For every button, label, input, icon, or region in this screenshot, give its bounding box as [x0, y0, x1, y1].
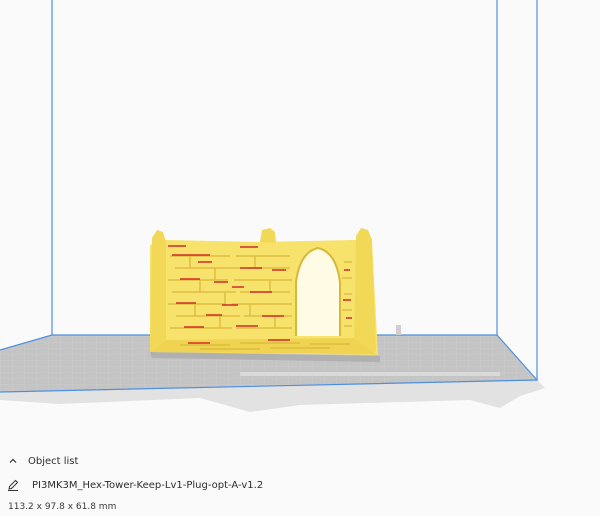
model-hex-tower-keep[interactable] — [150, 228, 380, 362]
object-name[interactable]: PI3MK3M_Hex-Tower-Keep-Lv1-Plug-opt-A-v1… — [32, 480, 263, 491]
chevron-up-icon[interactable] — [6, 454, 20, 468]
object-name-row: PI3MK3M_Hex-Tower-Keep-Lv1-Plug-opt-A-v1… — [6, 478, 263, 492]
pencil-icon[interactable] — [6, 478, 20, 492]
3d-viewport[interactable] — [0, 0, 600, 516]
object-list-label[interactable]: Object list — [28, 456, 78, 467]
object-panel: Object list PI3MK3M_Hex-Tower-Keep-Lv1-P… — [0, 448, 600, 516]
object-list-toggle[interactable]: Object list — [6, 454, 78, 468]
scene-canvas[interactable] — [0, 0, 600, 516]
object-dimensions: 113.2 x 97.8 x 61.8 mm — [8, 502, 117, 512]
